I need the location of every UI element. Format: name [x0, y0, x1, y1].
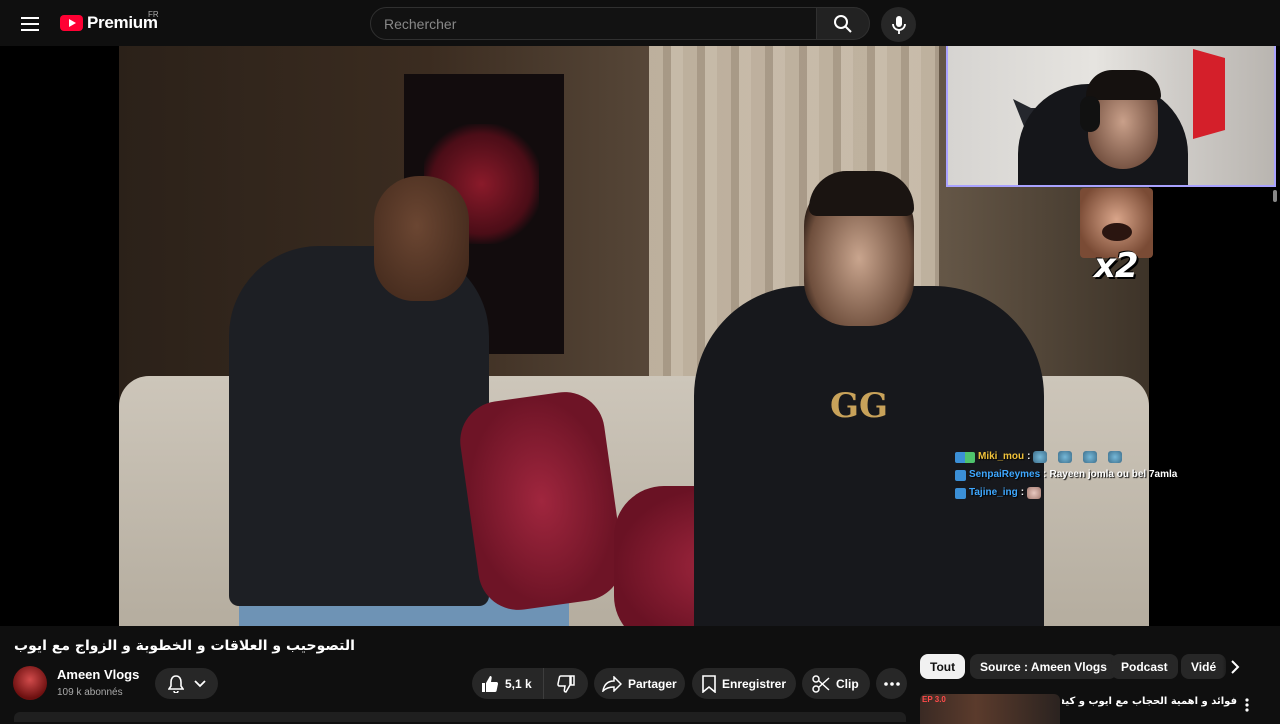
- chat-username: Tajine_ing: [969, 487, 1018, 498]
- search-input[interactable]: [384, 15, 816, 32]
- subscriber-count: 109 k abonnés: [57, 687, 123, 698]
- scissors-icon: [812, 674, 830, 693]
- chat-separator: :: [1043, 469, 1047, 480]
- page-scrollbar[interactable]: [1273, 190, 1277, 202]
- chat-emote-icon: [1108, 451, 1123, 463]
- chip-source[interactable]: Source : Ameen Vlogs: [970, 654, 1117, 679]
- chat-message: SenpaiReymes : Rayeen jomla ou bel 7amla: [955, 466, 1235, 484]
- bell-icon: [167, 674, 184, 693]
- masthead: Premium FR: [0, 0, 1280, 46]
- chat-message: Tajine_ing :: [955, 484, 1235, 502]
- chat-separator: :: [1027, 451, 1031, 462]
- microphone-icon: [891, 15, 906, 34]
- more-vertical-icon[interactable]: [1240, 696, 1254, 714]
- channel-avatar[interactable]: [13, 666, 47, 700]
- chip-videos[interactable]: Vidé: [1181, 654, 1227, 679]
- streamer-webcam: [946, 46, 1276, 187]
- clip-button[interactable]: Clip: [802, 668, 870, 699]
- chat-separator: :: [1020, 487, 1025, 498]
- cat-emote-icon: [1027, 487, 1042, 499]
- youtube-premium-logo[interactable]: Premium FR: [60, 10, 159, 33]
- chat-username: SenpaiReymes: [969, 469, 1041, 480]
- chat-emote-icon: [1058, 451, 1073, 463]
- thumbs-up-icon: [482, 675, 499, 692]
- flag: [1193, 49, 1225, 139]
- subscription-bell-button[interactable]: [155, 668, 218, 699]
- share-button[interactable]: Partager: [594, 668, 685, 699]
- chat-message: Miki_mou :: [955, 448, 1235, 466]
- bookmark-icon: [702, 674, 716, 693]
- save-label: Enregistrer: [722, 676, 787, 691]
- share-label: Partager: [628, 676, 677, 691]
- headset-icon: [1080, 96, 1100, 132]
- video-title: التصوحيب و العلاقات و الخطوبة و الزواج م…: [14, 638, 355, 654]
- emote-overlay: x2: [1080, 188, 1153, 286]
- like-dislike-group: 5,1 k: [472, 668, 588, 699]
- chat-badge-icon: [955, 451, 975, 463]
- dislike-button[interactable]: [544, 668, 588, 699]
- recommended-title[interactable]: فوائد و اهمية الحجاب مع ايوب و كيفاش تحم…: [1062, 696, 1237, 707]
- menu-icon[interactable]: [14, 8, 46, 40]
- save-button[interactable]: Enregistrer: [692, 668, 796, 699]
- like-count: 5,1 k: [505, 676, 532, 691]
- thumbs-down-icon: [557, 674, 575, 693]
- video-player[interactable]: GG x2 Miki_mou : SenpaiReymes : Rayeen j…: [0, 46, 1280, 626]
- like-button[interactable]: 5,1 k: [472, 668, 544, 699]
- search-button[interactable]: [816, 7, 870, 40]
- emote-mouth: [1102, 223, 1132, 241]
- search-box[interactable]: [370, 7, 817, 40]
- chat-badge-icon: [955, 487, 966, 499]
- pillow-left: [455, 386, 628, 616]
- clip-label: Clip: [836, 676, 859, 691]
- voice-search-button[interactable]: [881, 7, 916, 42]
- share-icon: [602, 675, 622, 692]
- person-left-body: [229, 246, 489, 606]
- streamer-hair: [1086, 70, 1161, 100]
- region-code: FR: [148, 10, 159, 19]
- channel-name[interactable]: Ameen Vlogs: [57, 667, 139, 682]
- emote-multiplier: x2: [1094, 246, 1139, 286]
- person-right-hair: [809, 171, 914, 216]
- chat-emote-icon: [1033, 451, 1048, 463]
- chevron-right-icon: [1230, 660, 1239, 674]
- youtube-play-icon: [60, 15, 83, 31]
- more-horizontal-icon: [883, 681, 900, 686]
- chat-emote-icon: [1083, 451, 1098, 463]
- shirt-logo: GG: [829, 386, 889, 426]
- episode-badge: EP 3.0: [922, 695, 946, 704]
- chips-next-button[interactable]: [1222, 654, 1248, 680]
- chat-username: Miki_mou: [978, 451, 1025, 462]
- more-actions-button[interactable]: [876, 668, 907, 699]
- chat-badge-icon: [955, 469, 966, 481]
- chat-text: Rayeen jomla ou bel 7amla: [1049, 469, 1178, 480]
- search-icon: [834, 14, 852, 33]
- chip-all[interactable]: Tout: [920, 654, 966, 679]
- chevron-down-icon: [193, 679, 206, 687]
- person-left-head: [374, 176, 469, 301]
- chip-podcast[interactable]: Podcast: [1111, 654, 1178, 679]
- stream-chat-overlay: Miki_mou : SenpaiReymes : Rayeen jomla o…: [955, 448, 1235, 502]
- description-box[interactable]: [14, 712, 906, 722]
